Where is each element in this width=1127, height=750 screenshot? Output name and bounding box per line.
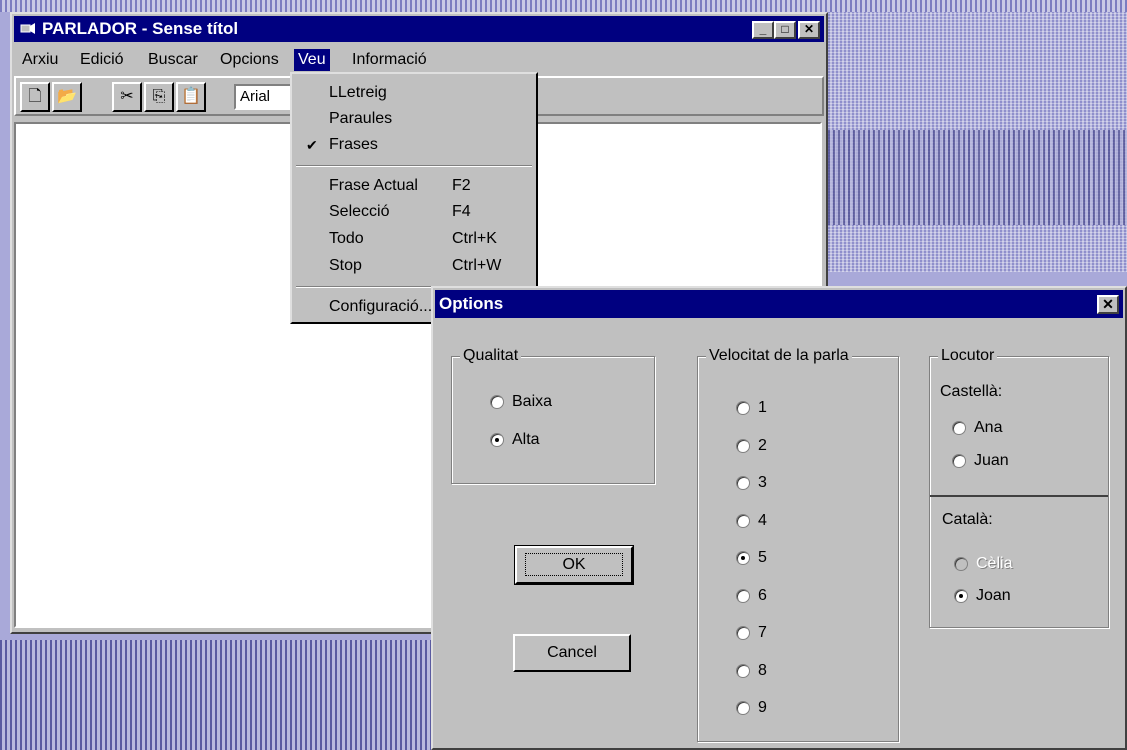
copy-icon[interactable]: ⎘ <box>144 82 174 112</box>
catala-label: Català: <box>942 511 993 528</box>
menu-item-shortcut: Ctrl+K <box>452 230 497 247</box>
radio-button-icon <box>736 514 750 528</box>
radio-button-icon <box>736 439 750 453</box>
minimize-button[interactable]: _ <box>752 21 774 39</box>
menu-item-todo[interactable]: Todo Ctrl+K <box>292 226 536 252</box>
new-file-icon[interactable]: 🗋 <box>20 82 50 112</box>
radio-selected-icon <box>736 551 750 565</box>
close-button[interactable]: ✕ <box>798 21 820 39</box>
menu-separator <box>296 165 532 167</box>
menu-item-label: LLetreig <box>329 84 387 101</box>
radio-label: 9 <box>758 699 767 716</box>
menu-item-label: Stop <box>329 257 362 274</box>
radio-button-icon <box>736 589 750 603</box>
menu-buscar[interactable]: Buscar <box>144 49 202 71</box>
radio-label: Alta <box>512 431 540 448</box>
radio-selected-icon <box>490 433 504 447</box>
menu-item-shortcut: F4 <box>452 203 471 220</box>
background-window-pattern <box>828 130 1127 225</box>
options-dialog: Options ✕ Qualitat Baixa Alta Velocitat … <box>431 286 1127 750</box>
radio-selected-icon <box>954 589 968 603</box>
menu-item-seleccio[interactable]: Selecció F4 <box>292 199 536 225</box>
radio-label: 8 <box>758 662 767 679</box>
menu-edicio[interactable]: Edició <box>76 49 128 71</box>
radio-button-icon <box>736 476 750 490</box>
group-label: Velocitat de la parla <box>706 346 852 366</box>
radio-label: 5 <box>758 549 767 566</box>
parlador-app-icon <box>20 23 35 34</box>
open-folder-icon[interactable]: 📂 <box>52 82 82 112</box>
menu-item-paraules[interactable]: Paraules <box>292 106 536 132</box>
menu-bar: Arxiu Edició Buscar Opcions Veu Informac… <box>14 46 824 72</box>
radio-label: 7 <box>758 624 767 641</box>
radio-label: Joan <box>976 587 1011 604</box>
menu-item-label: Todo <box>329 230 364 247</box>
menu-item-shortcut: Ctrl+W <box>452 257 502 274</box>
radio-label: 6 <box>758 587 767 604</box>
maximize-button[interactable]: □ <box>774 21 796 39</box>
cancel-button[interactable]: Cancel <box>513 634 631 672</box>
radio-label: 2 <box>758 437 767 454</box>
ok-button[interactable]: OK <box>514 545 634 585</box>
castellano-label: Castellà: <box>940 383 1003 400</box>
menu-item-label: Frase Actual <box>329 177 418 194</box>
menu-item-label: Configuració... <box>329 298 433 315</box>
quality-group: Qualitat Baixa Alta <box>451 346 655 484</box>
radio-label: Ana <box>974 419 1003 436</box>
radio-button-icon <box>736 626 750 640</box>
window-title: PARLADOR - Sense títol <box>42 19 239 38</box>
ok-button-label: OK <box>525 553 623 576</box>
background-window-pattern <box>0 640 440 750</box>
checkmark-icon: ✔ <box>306 137 318 153</box>
radio-button-icon <box>952 421 966 435</box>
desktop-background-strip <box>0 0 1127 12</box>
speaker-group: Locutor Castellà: Ana Juan Català: Cèlia… <box>929 346 1109 628</box>
menu-item-stop[interactable]: Stop Ctrl+W <box>292 253 536 279</box>
menu-item-frases[interactable]: ✔ Frases <box>292 132 536 158</box>
menu-arxiu[interactable]: Arxiu <box>18 49 62 71</box>
menu-item-label: Frases <box>329 136 378 153</box>
menu-opcions[interactable]: Opcions <box>216 49 283 71</box>
radio-button-icon <box>954 557 968 571</box>
speaker-divider <box>930 495 1108 497</box>
menu-informacio[interactable]: Informació <box>348 49 431 71</box>
radio-label: Baixa <box>512 393 553 410</box>
radio-label: Cèlia <box>976 555 1013 572</box>
radio-label: 4 <box>758 512 767 529</box>
menu-item-frase-actual[interactable]: Frase Actual F2 <box>292 173 536 199</box>
radio-label: 3 <box>758 474 767 491</box>
menu-veu[interactable]: Veu <box>294 49 330 71</box>
group-label: Qualitat <box>460 346 522 366</box>
dialog-titlebar[interactable]: Options ✕ <box>435 290 1123 318</box>
dialog-close-button[interactable]: ✕ <box>1097 295 1119 314</box>
speed-group: Velocitat de la parla 1 2 3 4 5 6 7 8 9 <box>697 346 899 742</box>
radio-button-icon <box>736 401 750 415</box>
menu-item-lletreig[interactable]: LLetreig <box>292 80 536 106</box>
radio-button-icon <box>736 664 750 678</box>
radio-button-icon <box>490 395 504 409</box>
window-titlebar[interactable]: PARLADOR - Sense títol _ □ ✕ <box>14 16 824 42</box>
dialog-title: Options <box>439 294 504 313</box>
menu-item-label: Paraules <box>329 110 393 127</box>
menu-item-shortcut: F2 <box>452 177 471 194</box>
group-label: Locutor <box>938 346 998 366</box>
radio-label: 1 <box>758 399 767 416</box>
radio-label: Juan <box>974 452 1009 469</box>
menu-item-label: Selecció <box>329 203 390 220</box>
radio-button-icon <box>736 701 750 715</box>
paste-icon[interactable]: 📋 <box>176 82 206 112</box>
cut-icon[interactable]: ✂ <box>112 82 142 112</box>
radio-button-icon <box>952 454 966 468</box>
